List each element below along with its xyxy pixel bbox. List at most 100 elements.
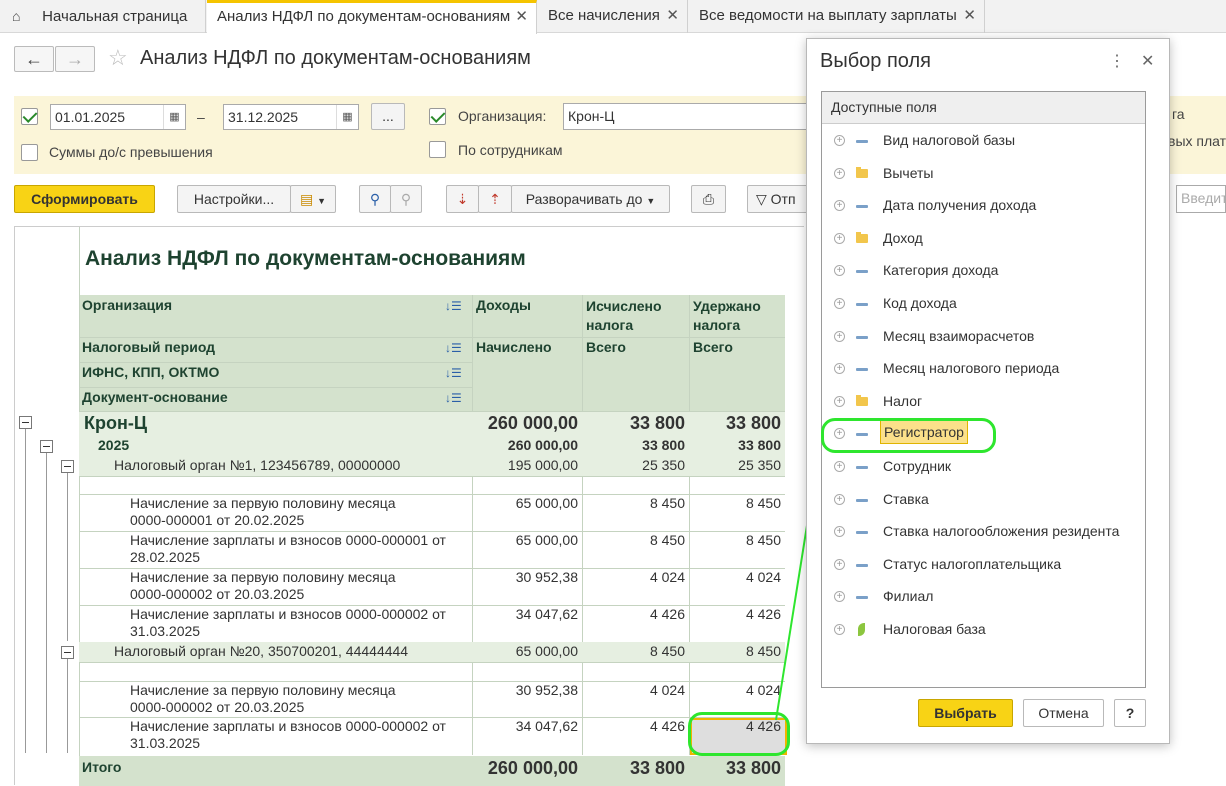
row-held: 4 024 — [745, 569, 781, 585]
help-button[interactable]: ? — [1114, 699, 1146, 727]
cancel-button[interactable]: Отмена — [1023, 699, 1104, 727]
field-item[interactable]: + Налог — [822, 386, 1145, 418]
organization-label: Организация: — [458, 108, 547, 124]
tab-ndfl-analysis[interactable]: Анализ НДФЛ по документам-основаниям ✕ — [207, 0, 537, 34]
expand-icon[interactable]: + — [834, 135, 845, 146]
expand-icon[interactable]: + — [834, 558, 845, 570]
field-label: Вычеты — [883, 164, 934, 181]
row-held: 4 426 — [745, 606, 781, 622]
row-label: Начисление за первую половину месяца 0000… — [130, 682, 396, 715]
field-label: Вид налоговой базы — [883, 132, 1016, 148]
search-field[interactable]: Введит — [1176, 185, 1226, 213]
clipboard-icon: ▤ — [299, 191, 314, 207]
expand-icon[interactable]: + — [834, 363, 845, 375]
close-icon[interactable]: ✕ — [963, 0, 976, 32]
field-item[interactable]: + Доход — [822, 223, 1145, 255]
header-ifns: ИФНС, КПП, ОКТМО — [82, 364, 220, 380]
expand-icon[interactable]: + — [834, 167, 845, 179]
field-icon — [856, 466, 868, 469]
expand-icon[interactable]: + — [834, 493, 845, 505]
collapse-toggle[interactable] — [40, 440, 53, 453]
field-item[interactable]: + Код дохода — [822, 288, 1145, 320]
expand-to-label: Разворачивать до — [525, 191, 643, 207]
row-income: 260 000,00 — [487, 413, 578, 433]
tab-all-accruals[interactable]: Все начисления ✕ — [538, 0, 688, 33]
close-icon[interactable]: ✕ — [1141, 51, 1154, 71]
field-item[interactable]: + Налоговая база — [822, 614, 1145, 646]
highlight-ring — [821, 418, 996, 453]
expand-icon[interactable]: + — [834, 232, 845, 244]
row-calc: 33 800 — [642, 437, 685, 453]
generate-button[interactable]: Сформировать — [14, 185, 155, 213]
expand-icon[interactable]: + — [834, 395, 845, 407]
date-to-input[interactable]: 31.12.2025 ▦ — [223, 104, 359, 130]
expand-icon[interactable]: + — [834, 624, 845, 635]
print-button[interactable]: ⎙ — [691, 185, 726, 213]
collapse-all-button[interactable]: ⇡ — [478, 185, 512, 213]
header-withheld-tax: Удержано налога — [693, 298, 761, 333]
expand-all-button[interactable]: ⇣ — [446, 185, 479, 213]
field-item[interactable]: + Категория дохода — [822, 255, 1145, 287]
variants-button[interactable]: ▤ ▼ — [290, 185, 336, 213]
settings-button[interactable]: Настройки... — [177, 185, 291, 213]
collapse-toggle[interactable] — [19, 416, 32, 429]
expand-icon[interactable]: + — [834, 298, 845, 309]
select-button[interactable]: Выбрать — [918, 699, 1013, 727]
organization-input[interactable]: Крон-Ц — [563, 103, 809, 130]
period-checkbox[interactable] — [21, 108, 38, 125]
calendar-icon[interactable]: ▦ — [163, 105, 185, 129]
search-button[interactable]: ⚲ — [359, 185, 391, 213]
tab-label: Все ведомости на выплату зарплаты — [699, 7, 957, 24]
by-employees-checkbox[interactable] — [429, 141, 446, 158]
folder-icon — [856, 231, 868, 243]
filter-fragment: га — [1172, 106, 1185, 122]
search-cancel-button[interactable]: ⚲ — [390, 185, 422, 213]
expand-icon[interactable]: + — [834, 591, 845, 603]
calendar-icon[interactable]: ▦ — [336, 105, 358, 129]
more-icon[interactable]: ⋮ — [1109, 51, 1125, 71]
expand-icon[interactable]: + — [834, 265, 845, 277]
sort-icon[interactable]: ↓☰ — [445, 391, 462, 405]
collapse-toggle[interactable] — [61, 460, 74, 473]
organization-checkbox[interactable] — [429, 108, 446, 125]
field-item[interactable]: + Статус налогоплательщика — [822, 549, 1145, 581]
field-icon — [856, 303, 868, 306]
close-icon[interactable]: ✕ — [515, 3, 528, 31]
forward-button[interactable]: → — [55, 46, 95, 72]
header-total: Всего — [693, 339, 733, 355]
header-accrued-tax: Исчислено налога — [586, 298, 662, 333]
row-income: 65 000,00 — [515, 495, 578, 511]
dialog-title: Выбор поля — [820, 50, 931, 72]
field-item[interactable]: + Вычеты — [822, 158, 1145, 190]
expand-icon[interactable]: + — [834, 526, 845, 538]
sort-icon[interactable]: ↓☰ — [445, 341, 462, 355]
field-item[interactable]: + Ставка налогообложения резидента — [822, 516, 1145, 548]
expand-to-button[interactable]: Разворачивать до ▼ — [511, 185, 670, 213]
date-from-input[interactable]: 01.01.2025 ▦ — [50, 104, 186, 130]
back-button[interactable]: ← — [14, 46, 54, 72]
expand-icon[interactable]: + — [834, 200, 845, 212]
field-item[interactable]: + Сотрудник — [822, 451, 1145, 483]
tab-all-statements[interactable]: Все ведомости на выплату зарплаты ✕ — [689, 0, 985, 33]
period-select-button[interactable]: ... — [371, 103, 405, 130]
folder-icon — [856, 166, 868, 178]
field-item[interactable]: + Месяц взаиморасчетов — [822, 321, 1145, 353]
tab-label: Начальная страница — [42, 8, 188, 25]
row-held: 8 450 — [745, 495, 781, 511]
expand-icon[interactable]: + — [834, 461, 845, 472]
tab-bar: ⌂ Начальная страница Анализ НДФЛ по доку… — [0, 0, 1226, 34]
sums-checkbox[interactable] — [21, 144, 38, 161]
field-item[interactable]: + Ставка — [822, 484, 1145, 516]
expand-icon[interactable]: + — [834, 330, 845, 342]
report-spreadsheet: Анализ НДФЛ по документам-основаниям Орг… — [14, 226, 804, 786]
sort-icon[interactable]: ↓☰ — [445, 366, 462, 380]
field-item[interactable]: + Вид налоговой базы — [822, 125, 1145, 157]
field-item[interactable]: + Дата получения дохода — [822, 190, 1145, 222]
collapse-toggle[interactable] — [61, 646, 74, 659]
close-icon[interactable]: ✕ — [666, 0, 679, 32]
field-item[interactable]: + Месяц налогового периода — [822, 353, 1145, 385]
field-item[interactable]: + Филиал — [822, 581, 1145, 613]
sort-icon[interactable]: ↓☰ — [445, 299, 462, 313]
star-icon[interactable]: ☆ — [108, 45, 128, 71]
tab-home[interactable]: ⌂ Начальная страница — [0, 0, 206, 33]
